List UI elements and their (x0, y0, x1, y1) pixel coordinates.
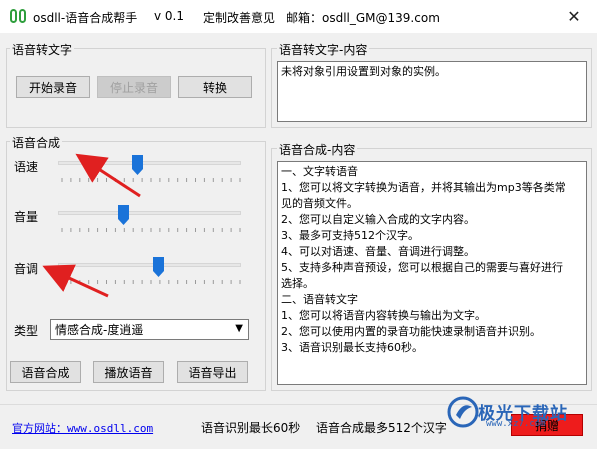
synth-text-line: 1、您可以将文字转换为语音，并将其输出为mp3等各类常 (281, 181, 566, 194)
stt-result-textbox[interactable]: 未将对象引用设置到对象的实例。 (277, 61, 587, 122)
official-website-link[interactable]: 官方网站：www.osdll.com (12, 420, 153, 436)
pitch-slider-track[interactable] (58, 263, 241, 267)
synthesize-button[interactable]: 语音合成 (10, 361, 81, 383)
contact-email: 邮箱：osdll_GM@139.com (286, 11, 440, 25)
speech-to-text-label: 语音转文字 (10, 41, 75, 58)
speed-slider-ticks (61, 178, 241, 182)
synth-text-line: 2、您可以使用内置的录音功能快速录制语音并识别。 (281, 325, 541, 338)
synth-text-line: 选择。 (281, 277, 314, 290)
title-bar[interactable]: osdll-语音合成帮手 v 0.1 定制改善意见 邮箱：osdll_GM@13… (0, 0, 597, 33)
app-logo-icon (10, 9, 26, 23)
type-label: 类型 (14, 324, 39, 338)
synth-text-line: 1、您可以将语音内容转换与输出为文字。 (281, 309, 486, 322)
synth-text-line: 二、语音转文字 (281, 293, 358, 306)
synth-text-line: 3、语音识别最长支持60秒。 (281, 341, 423, 354)
stt-content-label: 语音转文字-内容 (277, 41, 370, 58)
pitch-slider-thumb[interactable] (152, 257, 164, 277)
voice-type-value: 情感合成-度逍遥 (55, 323, 144, 337)
synthesis-label: 语音合成 (10, 134, 63, 151)
synth-content-label: 语音合成-内容 (277, 141, 358, 158)
synth-text-line: 见的音频文件。 (281, 197, 358, 210)
chevron-down-icon: ▼ (235, 323, 243, 334)
close-button[interactable]: ✕ (551, 0, 597, 33)
synth-text-line: 3、最多可支持512个汉字。 (281, 229, 419, 242)
synth-text-input[interactable]: 一、文字转语音 1、您可以将文字转换为语音，并将其输出为mp3等各类常 见的音频… (277, 161, 587, 385)
voice-type-select[interactable]: 情感合成-度逍遥 ▼ (50, 319, 249, 340)
app-title: osdll-语音合成帮手 (33, 11, 138, 25)
speed-label: 语速 (14, 160, 39, 174)
synth-text-line: 5、支持多种声音预设，您可以根据自己的需要与喜好进行 (281, 261, 563, 274)
synth-text-line: 一、文字转语音 (281, 165, 358, 178)
play-voice-button[interactable]: 播放语音 (93, 361, 164, 383)
volume-slider-ticks (61, 228, 241, 232)
synth-text-line: 4、可以对语速、音量、音调进行调整。 (281, 245, 475, 258)
speed-slider-track[interactable] (58, 161, 241, 165)
volume-slider-track[interactable] (58, 211, 241, 215)
watermark-url: www.xz7.com (486, 419, 546, 429)
speed-slider-thumb[interactable] (131, 155, 143, 175)
app-version: v 0.1 (154, 9, 184, 23)
volume-label: 音量 (14, 210, 39, 224)
pitch-label: 音调 (14, 262, 39, 276)
pitch-slider-ticks (61, 280, 241, 284)
volume-slider-thumb[interactable] (118, 205, 130, 225)
export-voice-button[interactable]: 语音导出 (177, 361, 248, 383)
feedback-link[interactable]: 定制改善意见 (203, 9, 275, 26)
close-icon: ✕ (567, 7, 581, 26)
stt-limit-text: 语音识别最长60秒 (201, 421, 301, 435)
stt-result-text: 未将对象引用设置到对象的实例。 (281, 65, 446, 78)
synth-text-line: 2、您可以自定义输入合成的文字内容。 (281, 213, 475, 226)
synth-limit-text: 语音合成最多512个汉字 (316, 421, 447, 435)
stop-record-button[interactable]: 停止录音 (97, 76, 171, 98)
convert-button[interactable]: 转换 (178, 76, 252, 98)
start-record-button[interactable]: 开始录音 (16, 76, 90, 98)
